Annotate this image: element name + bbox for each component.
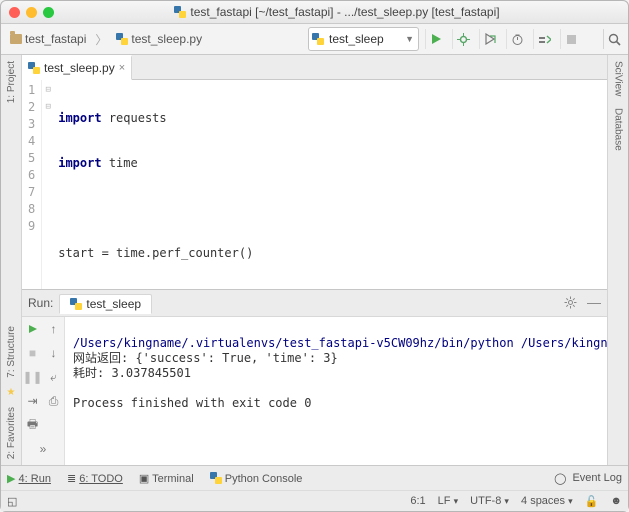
structure-tool-button[interactable]: 7: Structure: [6, 320, 17, 384]
database-tool-button[interactable]: Database: [613, 102, 624, 157]
todo-tool-button[interactable]: ≣ 6: TODO: [67, 472, 123, 485]
editor-tabs: test_sleep.py ×: [22, 55, 607, 80]
minimize-window-button[interactable]: [26, 7, 37, 18]
chevron-right-icon: 〉: [95, 31, 107, 48]
terminal-tool-button[interactable]: ▣ Terminal: [139, 472, 194, 485]
python-file-icon: [70, 298, 82, 310]
coverage-button[interactable]: [479, 29, 500, 49]
fold-gutter: ⊟ ⊟: [42, 80, 54, 289]
run-tool-window: Run: test_sleep — ↑: [22, 289, 607, 465]
toggle-output-button[interactable]: ⎙: [49, 394, 59, 409]
gear-icon[interactable]: [564, 296, 577, 310]
debug-button[interactable]: [452, 29, 473, 49]
star-icon: ★: [7, 384, 16, 401]
chevron-down-icon: ▼: [405, 34, 414, 44]
breadcrumb: test_fastapi 〉 test_sleep.py: [5, 30, 207, 48]
attach-button[interactable]: [533, 29, 554, 49]
python-file-icon: [174, 6, 186, 18]
more-actions-button[interactable]: »: [40, 442, 47, 456]
editor-tab-label: test_sleep.py: [44, 61, 115, 75]
editor-column: test_sleep.py × 1 2 3 4 5 6 7 8 9: [22, 55, 607, 465]
right-tool-stripe: SciView Database: [607, 55, 628, 465]
status-bar: ◱ 6:1 LF ▾ UTF-8 ▾ 4 spaces ▾ 🔓 ☻: [1, 490, 628, 511]
print-button[interactable]: 🖶: [27, 415, 38, 436]
event-log-button[interactable]: ◯ Event Log: [554, 472, 622, 485]
ide-window: test_fastapi [~/test_fastapi] - .../test…: [0, 0, 629, 512]
line-separator-selector[interactable]: LF ▾: [438, 495, 459, 507]
bottom-tool-stripe: ▶ 4: Run ≣ 6: TODO ▣ Terminal Python Con…: [1, 465, 628, 490]
navigation-toolbar: test_fastapi 〉 test_sleep.py test_sleep …: [1, 24, 628, 55]
encoding-selector[interactable]: UTF-8 ▾: [470, 495, 509, 507]
profile-button[interactable]: [506, 29, 527, 49]
main-area: 1: Project 7: Structure ★ 2: Favorites t…: [1, 55, 628, 465]
breadcrumb-file[interactable]: test_sleep.py: [111, 30, 207, 48]
stop-button[interactable]: [560, 29, 581, 49]
run-panel-tab[interactable]: test_sleep: [59, 294, 152, 314]
breadcrumb-project[interactable]: test_fastapi: [5, 30, 91, 48]
close-window-button[interactable]: [9, 7, 20, 18]
hide-panel-button[interactable]: —: [587, 294, 601, 310]
stop-process-button[interactable]: ■: [29, 346, 36, 360]
sciview-tool-button[interactable]: SciView: [613, 55, 624, 102]
python-file-icon: [312, 33, 324, 45]
search-everywhere-button[interactable]: [603, 29, 624, 49]
folder-icon: [10, 34, 22, 44]
line-number-gutter: 1 2 3 4 5 6 7 8 9: [22, 80, 42, 289]
scroll-to-end-button[interactable]: ⇥: [27, 394, 37, 408]
tool-windows-quick-access[interactable]: ◱: [7, 495, 17, 508]
project-tool-button[interactable]: 1: Project: [6, 55, 17, 109]
pause-button[interactable]: ❚❚: [22, 370, 42, 384]
indent-selector[interactable]: 4 spaces ▾: [521, 495, 573, 507]
editor-tab[interactable]: test_sleep.py ×: [22, 55, 132, 80]
fold-handle-icon[interactable]: ⊟: [42, 99, 54, 116]
read-only-toggle[interactable]: 🔓: [585, 495, 599, 508]
caret-position[interactable]: 6:1: [410, 495, 425, 507]
run-panel-header: Run: test_sleep —: [22, 290, 607, 317]
scroll-down-button[interactable]: ↓: [51, 346, 57, 360]
fold-handle-icon[interactable]: ⊟: [42, 82, 54, 99]
python-file-icon: [116, 33, 128, 45]
titlebar: test_fastapi [~/test_fastapi] - .../test…: [1, 1, 628, 24]
soft-wrap-button[interactable]: ⤶: [50, 370, 57, 385]
console-output[interactable]: /Users/kingname/.virtualenvs/test_fastap…: [65, 317, 607, 465]
code-area[interactable]: import requests import time start = time…: [54, 80, 607, 289]
run-config-selector[interactable]: test_sleep ▼: [308, 27, 419, 51]
python-console-tool-button[interactable]: Python Console: [210, 472, 303, 485]
run-tool-button[interactable]: ▶ 4: Run: [7, 472, 51, 485]
python-file-icon: [28, 62, 40, 74]
code-editor[interactable]: 1 2 3 4 5 6 7 8 9 ⊟ ⊟ import requests: [22, 80, 607, 289]
zoom-window-button[interactable]: [43, 7, 54, 18]
favorites-tool-button[interactable]: 2: Favorites: [6, 401, 17, 465]
scroll-up-button[interactable]: ↑: [51, 322, 57, 336]
close-tab-button[interactable]: ×: [119, 62, 125, 74]
rerun-button[interactable]: [28, 324, 38, 334]
run-panel-label: Run:: [28, 296, 53, 310]
run-button[interactable]: [425, 29, 446, 49]
window-title: test_fastapi [~/test_fastapi] - .../test…: [54, 5, 620, 19]
traffic-lights: [9, 7, 54, 18]
left-tool-stripe: 1: Project 7: Structure ★ 2: Favorites: [1, 55, 22, 465]
run-panel-toolbar: ↑ ■ ↓ ❚❚ ⤶ ⇥ ⎙ 🖶 »: [22, 317, 65, 465]
hieroglyph-icon[interactable]: ☻: [610, 495, 622, 507]
